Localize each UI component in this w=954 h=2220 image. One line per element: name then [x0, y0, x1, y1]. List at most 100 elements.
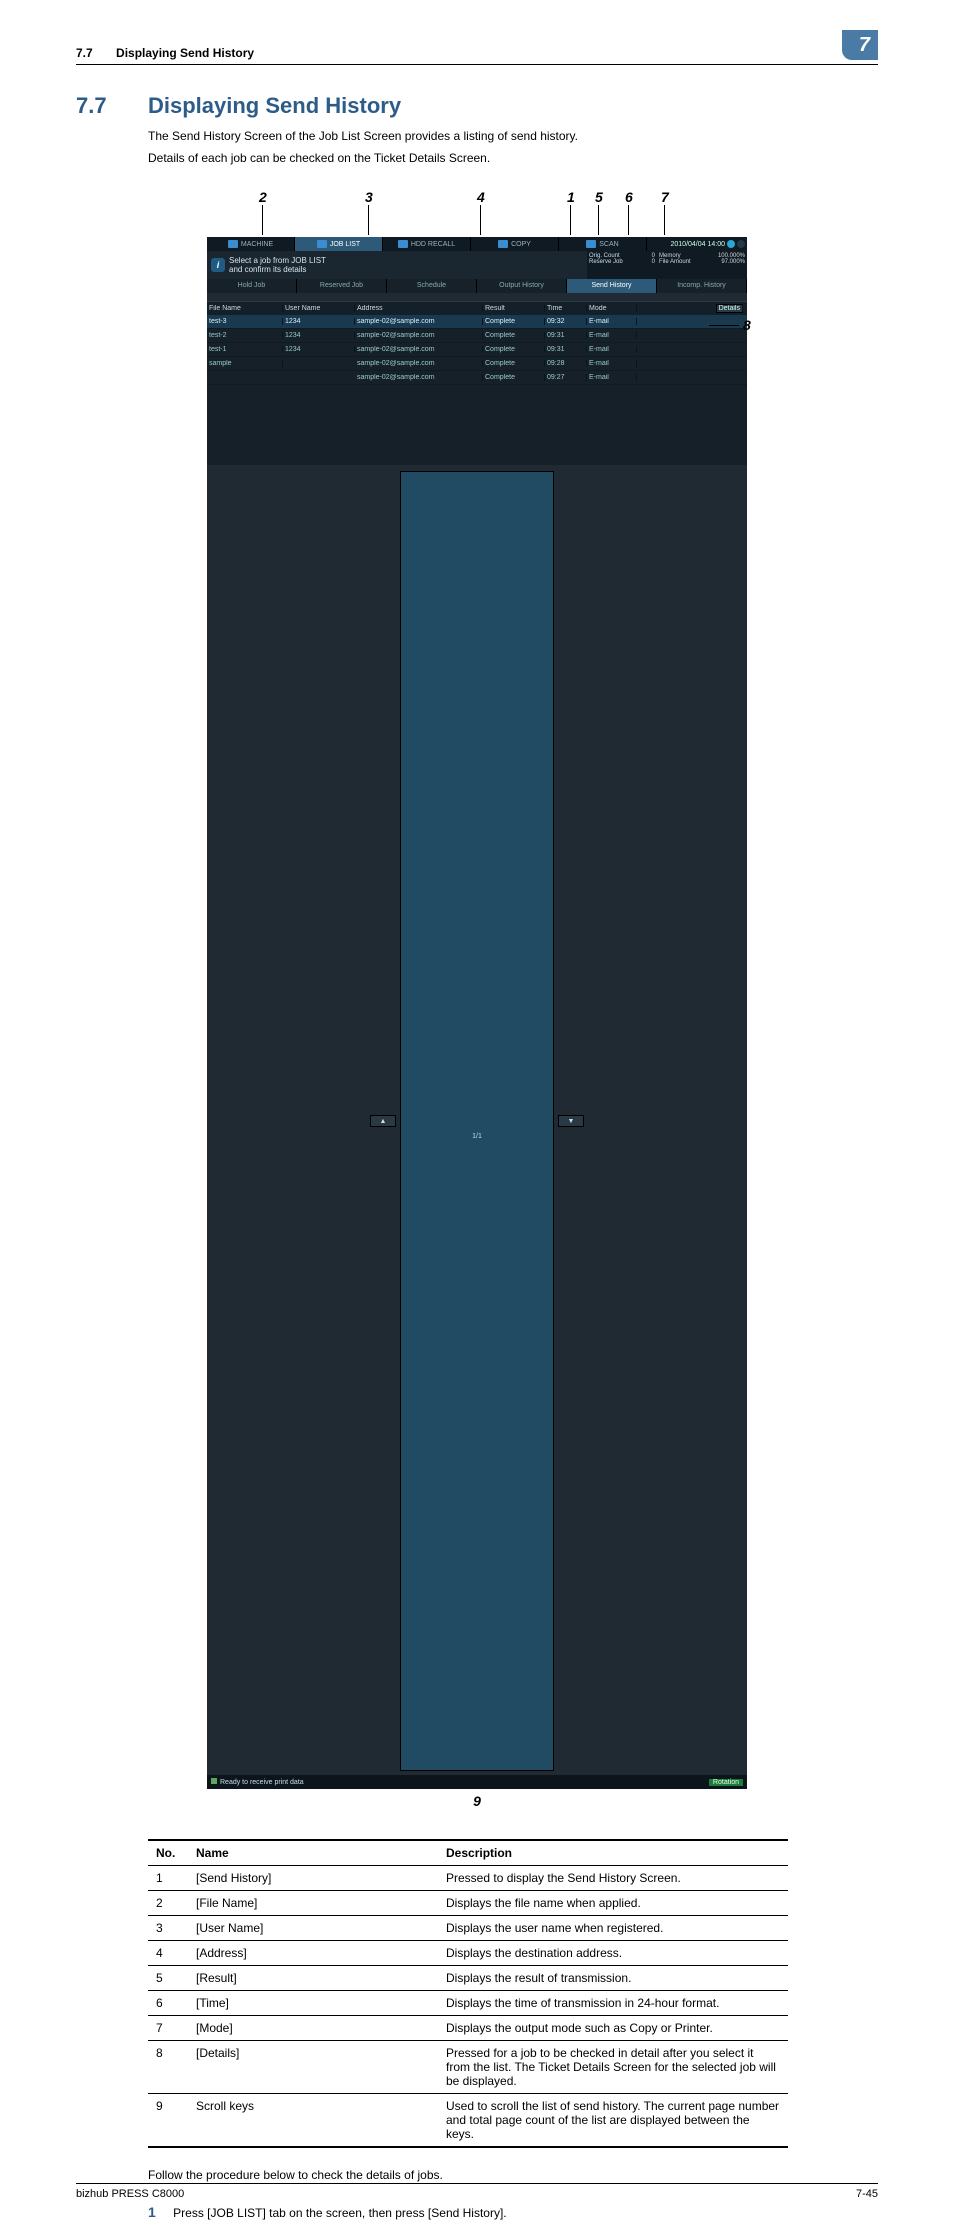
cell-no: 9: [148, 2094, 188, 2148]
tab-scan-label: SCAN: [599, 241, 618, 248]
cell-desc: Displays the time of transmission in 24-…: [438, 1991, 788, 2016]
intro-p1: The Send History Screen of the Job List …: [148, 127, 878, 145]
step-1: 1 Press [JOB LIST] tab on the screen, th…: [148, 2204, 878, 2220]
aftertable-text: Follow the procedure below to check the …: [148, 2166, 878, 2184]
cell-no: 4: [148, 1941, 188, 1966]
th-no: No.: [148, 1840, 188, 1866]
info-dot-icon[interactable]: [727, 240, 735, 248]
machine-icon: [228, 240, 238, 248]
tab-joblist[interactable]: JOB LIST: [295, 237, 383, 251]
cell-user: 1234: [283, 332, 355, 339]
sub-tabs: Hold Job Reserved Job Schedule Output Hi…: [207, 279, 747, 293]
callout-4: 4: [477, 189, 485, 205]
cell-desc: Pressed for a job to be checked in detai…: [438, 2041, 788, 2094]
subtab-incomp-history[interactable]: Incomp. History: [657, 279, 747, 293]
product-name: bizhub PRESS C8000: [76, 2188, 184, 2200]
cell-time: 09:31: [545, 346, 587, 353]
panel-message: i Select a job from JOB LIST and confirm…: [207, 251, 587, 279]
list-icon: [317, 240, 327, 248]
scroll-down-button[interactable]: ▼: [558, 1115, 584, 1127]
details-button[interactable]: Details: [716, 304, 743, 313]
callout-7: 7: [661, 189, 669, 205]
cell-result: Complete: [483, 360, 545, 367]
cell-desc: Used to scroll the list of send history.…: [438, 2094, 788, 2148]
cell-result: Complete: [483, 346, 545, 353]
table-row[interactable]: sample sample-02@sample.com Complete 09:…: [207, 357, 747, 371]
header-section-title: Displaying Send History: [116, 46, 254, 60]
cell-no: 8: [148, 2041, 188, 2094]
cell-result: Complete: [483, 374, 545, 381]
cell-mode: E-mail: [587, 346, 637, 353]
tab-machine[interactable]: MACHINE: [207, 237, 295, 251]
subtab-schedule[interactable]: Schedule: [387, 279, 477, 293]
tab-scan[interactable]: SCAN: [559, 237, 647, 251]
cell-mode: E-mail: [587, 332, 637, 339]
reserve-job-value: 0: [652, 259, 655, 265]
tab-joblist-label: JOB LIST: [330, 241, 360, 248]
file-amount-value: 97.000%: [721, 259, 745, 265]
info-icon: i: [211, 258, 225, 272]
page-footer: bizhub PRESS C8000 7-45: [76, 2183, 878, 2200]
cell-name: [User Name]: [188, 1916, 438, 1941]
screenshot-figure: 2 3 4 1 5 6 7 MACHINE JOB LIST HDD RECAL…: [207, 189, 747, 1809]
cell-time: 09:28: [545, 360, 587, 367]
subtab-hold-job[interactable]: Hold Job: [207, 279, 297, 293]
cell-addr: sample-02@sample.com: [355, 318, 483, 325]
cell-time: 09:31: [545, 332, 587, 339]
cell-file: test-3: [207, 318, 283, 325]
table-row[interactable]: test-1 1234 sample-02@sample.com Complet…: [207, 343, 747, 357]
cell-result: Complete: [483, 332, 545, 339]
cell-no: 3: [148, 1916, 188, 1941]
header-section-num: 7.7: [76, 46, 93, 60]
mfp-panel: MACHINE JOB LIST HDD RECALL COPY SCAN 20…: [207, 237, 747, 1789]
file-amount-label: File Amount: [659, 259, 691, 265]
scan-icon: [586, 240, 596, 248]
cell-no: 1: [148, 1866, 188, 1891]
cell-file: test-2: [207, 332, 283, 339]
tab-copy-label: COPY: [511, 241, 531, 248]
callout-8: 8: [743, 317, 751, 333]
intro-p2: Details of each job can be checked on th…: [148, 149, 878, 167]
subtab-send-history[interactable]: Send History: [567, 279, 657, 293]
reserve-job-label: Reserve Job: [589, 259, 623, 265]
section-heading: 7.7Displaying Send History: [76, 93, 878, 119]
scroll-keys: ▲ 1/1 ▼: [207, 465, 747, 1775]
rotation-indicator: Rotation: [709, 1779, 743, 1786]
scroll-up-button[interactable]: ▲: [370, 1115, 396, 1127]
step-number: 1: [148, 2204, 156, 2220]
header-left: 7.7 Displaying Send History: [76, 46, 254, 60]
cell-no: 7: [148, 2016, 188, 2041]
col-result: Result: [483, 305, 545, 312]
cell-desc: Displays the result of transmission.: [438, 1966, 788, 1991]
th-description: Description: [438, 1840, 788, 1866]
copy-icon: [498, 240, 508, 248]
chapter-badge: 7: [842, 30, 878, 60]
description-table: No. Name Description 1[Send History]Pres…: [148, 1839, 788, 2148]
callout-1: 1: [567, 189, 575, 205]
amounts-box: Memory100.000% File Amount97.000%: [657, 251, 747, 279]
page-indicator: 1/1: [400, 471, 554, 1771]
cell-no: 2: [148, 1891, 188, 1916]
cell-addr: sample-02@sample.com: [355, 346, 483, 353]
table-row[interactable]: sample-02@sample.com Complete 09:27 E-ma…: [207, 371, 747, 385]
tab-copy[interactable]: COPY: [471, 237, 559, 251]
table-row[interactable]: test-2 1234 sample-02@sample.com Complet…: [207, 329, 747, 343]
callout-9-wrap: 9: [207, 1793, 747, 1809]
subtab-reserved-job[interactable]: Reserved Job: [297, 279, 387, 293]
cell-name: [Address]: [188, 1941, 438, 1966]
help-icon[interactable]: [737, 240, 745, 248]
table-row[interactable]: test-3 1234 sample-02@sample.com Complet…: [207, 315, 747, 329]
history-table-header: File Name User Name Address Result Time …: [207, 301, 747, 315]
tab-hdd-recall[interactable]: HDD RECALL: [383, 237, 471, 251]
section-title-text: Displaying Send History: [148, 93, 401, 118]
cell-time: 09:32: [545, 318, 587, 325]
cell-mode: E-mail: [587, 360, 637, 367]
subtab-output-history[interactable]: Output History: [477, 279, 567, 293]
cell-name: Scroll keys: [188, 2094, 438, 2148]
col-address: Address: [355, 305, 483, 312]
datetime-text: 2010/04/04 14:00: [671, 241, 726, 248]
cell-addr: sample-02@sample.com: [355, 332, 483, 339]
cell-no: 5: [148, 1966, 188, 1991]
intro-text: The Send History Screen of the Job List …: [148, 127, 878, 167]
cell-name: [File Name]: [188, 1891, 438, 1916]
